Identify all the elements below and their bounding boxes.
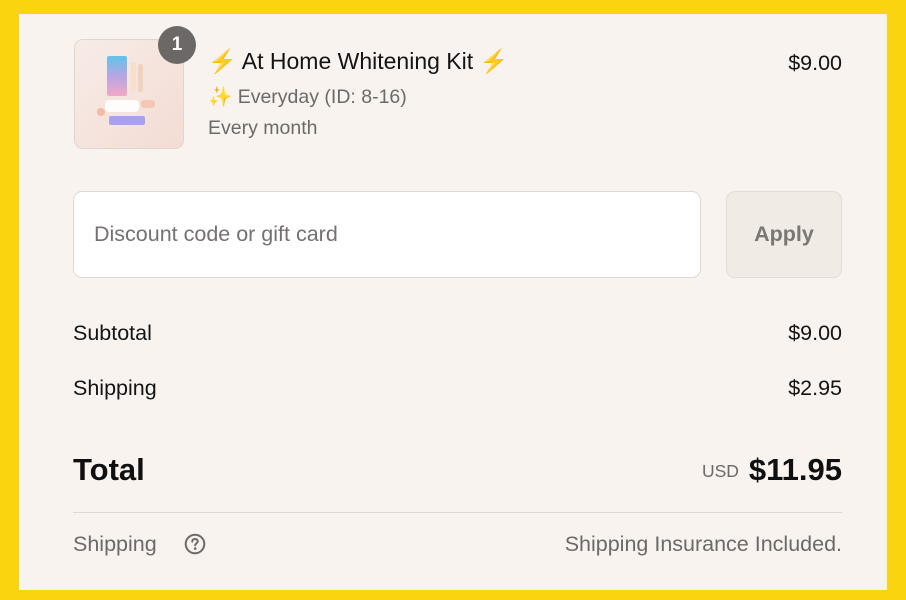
total-value: $11.95 xyxy=(748,452,842,487)
apply-discount-button[interactable]: Apply xyxy=(726,191,842,278)
question-circle-icon[interactable] xyxy=(184,533,206,555)
subtotal-label: Subtotal xyxy=(73,321,152,345)
subscription-interval: Every month xyxy=(208,117,318,139)
currency-code: USD xyxy=(701,461,739,481)
product-title-row: ⚡ At Home Whitening Kit ⚡ xyxy=(208,48,508,75)
total-label: Total xyxy=(73,452,145,487)
product-variant: Everyday (ID: 8-16) xyxy=(237,86,407,108)
product-price: $9.00 xyxy=(788,51,842,75)
shipping-insurance-note: Shipping Insurance Included. xyxy=(564,532,842,556)
summary-divider xyxy=(73,512,842,513)
lightning-bolt-icon: ⚡ xyxy=(208,48,237,74)
shipping-label: Shipping xyxy=(73,376,157,400)
total-value-group: USD $11.95 xyxy=(702,452,842,488)
quantity-badge: 1 xyxy=(158,26,196,64)
sparkles-icon: ✨ xyxy=(208,86,233,108)
discount-code-input[interactable] xyxy=(73,191,701,278)
product-variant-row: ✨ Everyday (ID: 8-16) xyxy=(208,85,407,109)
order-summary-panel: 1 ⚡ At Home Whitening Kit ⚡ ✨ Everyday (… xyxy=(19,14,887,590)
lightning-bolt-icon: ⚡ xyxy=(479,48,509,74)
subtotal-value: $9.00 xyxy=(788,321,842,345)
product-title: At Home Whitening Kit xyxy=(241,48,474,74)
shipping-info-label: Shipping xyxy=(73,532,157,556)
shipping-value: $2.95 xyxy=(788,376,842,400)
